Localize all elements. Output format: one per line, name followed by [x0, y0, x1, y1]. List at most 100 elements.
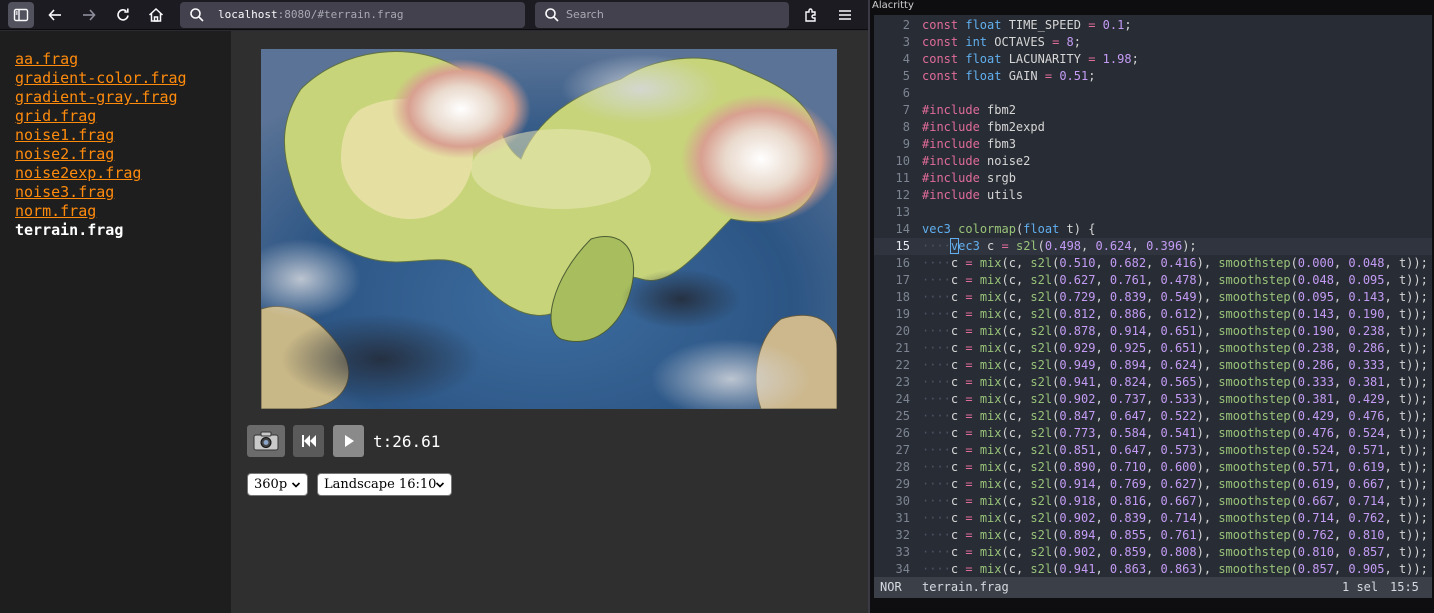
line-number: 31	[895, 511, 910, 525]
search-placeholder: Search	[566, 8, 604, 21]
camera-icon	[253, 431, 279, 451]
code-editor[interactable]: 2 const float TIME_SPEED = 0.1; 3 const int…	[874, 15, 1432, 598]
line-code: const int OCTAVES = 8;	[922, 35, 1082, 49]
line-number: 32	[895, 528, 910, 542]
code-line[interactable]: 13	[874, 204, 1432, 221]
back-arrow-icon	[48, 9, 61, 21]
search-icon	[190, 8, 204, 22]
terminal-title: Alacritty	[872, 0, 914, 11]
home-icon	[148, 7, 164, 22]
url-bar[interactable]: localhost:8080/#terrain.frag	[180, 2, 525, 28]
terrain-render	[261, 49, 837, 409]
file-link[interactable]: aa.frag	[15, 50, 187, 69]
code-line[interactable]: 21 ····c = mix(c, s2l(0.929, 0.925, 0.651…	[874, 340, 1432, 357]
code-line[interactable]: 33 ····c = mix(c, s2l(0.902, 0.859, 0.808…	[874, 544, 1432, 561]
code-line[interactable]: 22 ····c = mix(c, s2l(0.949, 0.894, 0.624…	[874, 357, 1432, 374]
line-number: 18	[895, 290, 910, 304]
chevron-down-icon	[291, 482, 301, 488]
line-number: 11	[895, 171, 910, 185]
line-code: #include utils	[922, 188, 1024, 202]
editor-mode: NOR	[880, 580, 902, 594]
line-code: const float TIME_SPEED = 0.1;	[922, 18, 1132, 32]
line-number: 22	[895, 358, 910, 372]
puzzle-icon	[805, 8, 816, 22]
chevron-down-icon	[435, 482, 445, 488]
code-line[interactable]: 10 #include noise2	[874, 153, 1432, 170]
code-line[interactable]: 31 ····c = mix(c, s2l(0.902, 0.839, 0.714…	[874, 510, 1432, 527]
screenshot-button[interactable]	[247, 425, 285, 457]
file-link[interactable]: terrain.frag	[15, 221, 187, 240]
code-line[interactable]: 19 ····c = mix(c, s2l(0.812, 0.886, 0.612…	[874, 306, 1432, 323]
file-link[interactable]: noise1.frag	[15, 126, 187, 145]
line-number: 30	[895, 494, 910, 508]
file-link[interactable]: norm.frag	[15, 202, 187, 221]
code-line[interactable]: 6	[874, 85, 1432, 102]
search-bar[interactable]: Search	[535, 2, 789, 28]
code-line[interactable]: 4 const float LACUNARITY = 1.98;	[874, 51, 1432, 68]
code-line[interactable]: 8 #include fbm2expd	[874, 119, 1432, 136]
mountain-peak	[681, 94, 837, 224]
file-link[interactable]: noise2.frag	[15, 145, 187, 164]
line-code: ····vec3 c = s2l(0.498, 0.624, 0.396);	[922, 238, 1197, 254]
code-line[interactable]: 17 ····c = mix(c, s2l(0.627, 0.761, 0.478…	[874, 272, 1432, 289]
code-line[interactable]: 14 vec3 colormap(float t) {	[874, 221, 1432, 238]
rewind-button[interactable]	[293, 425, 324, 457]
code-line[interactable]: 18 ····c = mix(c, s2l(0.729, 0.839, 0.549…	[874, 289, 1432, 306]
editor-statusline: NOR terrain.frag 1 sel 15:5	[874, 577, 1432, 598]
code-line[interactable]: 12 #include utils	[874, 187, 1432, 204]
code-line[interactable]: 32 ····c = mix(c, s2l(0.894, 0.855, 0.761…	[874, 527, 1432, 544]
code-line[interactable]: 29 ····c = mix(c, s2l(0.914, 0.769, 0.627…	[874, 476, 1432, 493]
forward-button[interactable]	[76, 2, 102, 28]
back-button[interactable]	[42, 2, 68, 28]
code-line[interactable]: 30 ····c = mix(c, s2l(0.918, 0.816, 0.667…	[874, 493, 1432, 510]
line-number: 14	[895, 222, 910, 236]
line-number: 17	[895, 273, 910, 287]
shader-canvas[interactable]	[261, 49, 837, 409]
file-link[interactable]: gradient-gray.frag	[15, 88, 187, 107]
line-code: ····c = mix(c, s2l(0.902, 0.737, 0.533),…	[922, 392, 1428, 406]
reload-button[interactable]	[110, 2, 136, 28]
code-line[interactable]: 7 #include fbm2	[874, 102, 1432, 119]
resolution-select[interactable]: 360p	[247, 473, 308, 496]
line-code: ····c = mix(c, s2l(0.902, 0.859, 0.808),…	[922, 545, 1428, 559]
rewind-icon	[301, 435, 316, 447]
code-line[interactable]: 9 #include fbm3	[874, 136, 1432, 153]
code-line[interactable]: 15 ····vec3 c = s2l(0.498, 0.624, 0.396);	[874, 238, 1432, 255]
home-button[interactable]	[143, 2, 169, 28]
code-line[interactable]: 28 ····c = mix(c, s2l(0.890, 0.710, 0.600…	[874, 459, 1432, 476]
line-code: ····c = mix(c, s2l(0.902, 0.839, 0.714),…	[922, 511, 1428, 525]
line-number: 19	[895, 307, 910, 321]
file-link[interactable]: grid.frag	[15, 107, 187, 126]
file-link[interactable]: noise3.frag	[15, 183, 187, 202]
time-readout: t:26.61	[373, 432, 441, 451]
code-line[interactable]: 3 const int OCTAVES = 8;	[874, 34, 1432, 51]
code-line[interactable]: 26 ····c = mix(c, s2l(0.773, 0.584, 0.541…	[874, 425, 1432, 442]
line-code: #include fbm2expd	[922, 120, 1045, 134]
code-line[interactable]: 5 const float GAIN = 0.51;	[874, 68, 1432, 85]
code-line[interactable]: 24 ····c = mix(c, s2l(0.902, 0.737, 0.533…	[874, 391, 1432, 408]
line-code: ····c = mix(c, s2l(0.918, 0.816, 0.667),…	[922, 494, 1428, 508]
line-number: 4	[902, 52, 910, 66]
code-line[interactable]: 11 #include srgb	[874, 170, 1432, 187]
line-number: 29	[895, 477, 910, 491]
code-line[interactable]: 25 ····c = mix(c, s2l(0.847, 0.647, 0.522…	[874, 408, 1432, 425]
line-code: ····c = mix(c, s2l(0.510, 0.682, 0.416),…	[922, 256, 1428, 270]
extensions-button[interactable]	[798, 2, 824, 28]
aspect-ratio-select[interactable]: Landscape 16:10	[317, 473, 452, 496]
file-link[interactable]: gradient-color.frag	[15, 69, 187, 88]
code-line[interactable]: 34 ····c = mix(c, s2l(0.941, 0.863, 0.863…	[874, 561, 1432, 578]
code-line[interactable]: 16 ····c = mix(c, s2l(0.510, 0.682, 0.416…	[874, 255, 1432, 272]
sidebar-icon	[13, 8, 29, 22]
sidebar-toggle-button[interactable]	[8, 2, 34, 28]
code-line[interactable]: 23 ····c = mix(c, s2l(0.941, 0.824, 0.565…	[874, 374, 1432, 391]
terminal-window: Alacritty 2 const float TIME_SPEED = 0.1;…	[868, 0, 1434, 613]
code-line[interactable]: 20 ····c = mix(c, s2l(0.878, 0.914, 0.651…	[874, 323, 1432, 340]
play-button[interactable]	[333, 425, 364, 457]
line-code: ····c = mix(c, s2l(0.627, 0.761, 0.478),…	[922, 273, 1428, 287]
code-line[interactable]: 27 ····c = mix(c, s2l(0.851, 0.647, 0.573…	[874, 442, 1432, 459]
menu-button[interactable]	[832, 2, 858, 28]
line-number: 12	[895, 188, 910, 202]
code-line[interactable]: 2 const float TIME_SPEED = 0.1;	[874, 17, 1432, 34]
selection-count: 1 sel	[1342, 580, 1379, 594]
file-link[interactable]: noise2exp.frag	[15, 164, 187, 183]
